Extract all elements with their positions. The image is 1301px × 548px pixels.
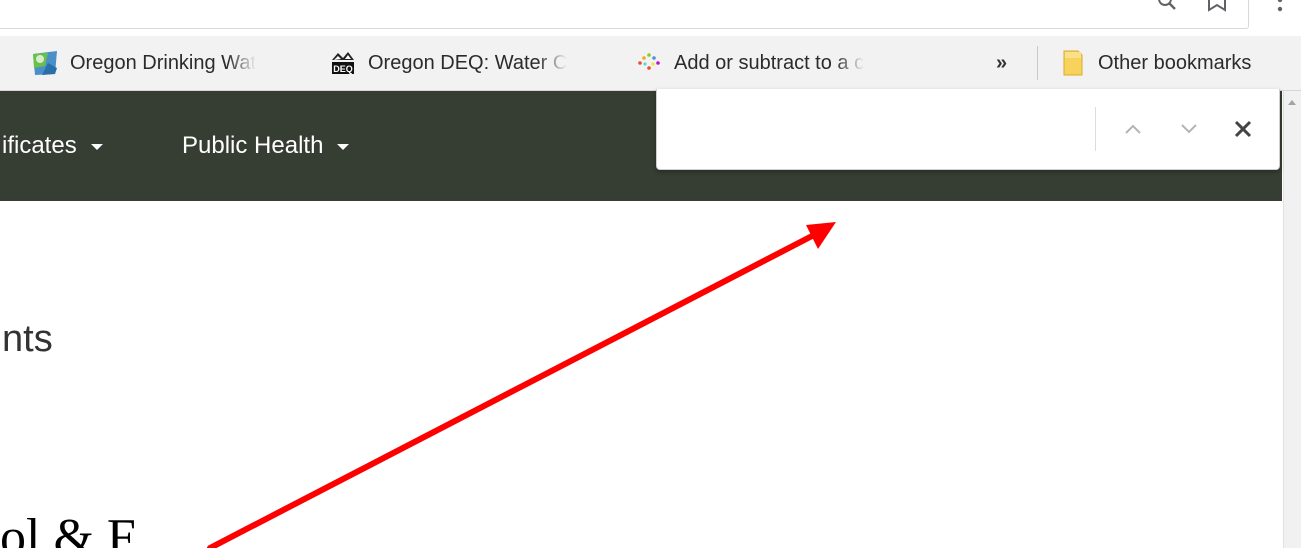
close-icon xyxy=(1234,120,1252,138)
bookmarks-divider xyxy=(1037,46,1038,80)
caret-down-icon xyxy=(337,144,350,150)
bookmark-add-or-subtract[interactable]: Add or subtract to a c xyxy=(636,49,926,77)
bookmarks-overflow-button[interactable]: » xyxy=(996,49,1007,77)
bookmarks-bar: Oregon Drinking Wat DEQ Oregon DEQ: Wate… xyxy=(0,36,1301,91)
find-next-button[interactable] xyxy=(1173,113,1205,145)
chevron-down-icon xyxy=(1181,124,1197,134)
nav-item-label: Public Health xyxy=(182,132,324,159)
address-bar[interactable] xyxy=(0,0,1249,29)
bookmark-oregon-deq-water[interactable]: DEQ Oregon DEQ: Water C xyxy=(330,49,620,77)
folder-icon xyxy=(1060,50,1086,76)
page-scrollbar[interactable] xyxy=(1283,91,1301,548)
bookmark-label: Add or subtract to a c xyxy=(674,51,865,74)
find-in-page-bar xyxy=(656,89,1280,170)
bookmark-label: Oregon Drinking Wat xyxy=(70,51,256,74)
find-previous-button[interactable] xyxy=(1117,113,1149,145)
bookmark-label: Oregon DEQ: Water C xyxy=(368,51,568,74)
menu-icon[interactable] xyxy=(1276,0,1284,16)
bookmark-star-icon[interactable] xyxy=(1206,0,1228,14)
find-close-button[interactable] xyxy=(1227,113,1259,145)
find-bar-divider xyxy=(1095,107,1096,151)
caret-down-icon xyxy=(90,144,103,150)
svg-text:DEQ: DEQ xyxy=(333,64,353,74)
bookmark-oregon-drinking-water[interactable]: Oregon Drinking Wat xyxy=(32,49,314,77)
sparkle-icon xyxy=(636,50,662,76)
page-heading: nts xyxy=(2,318,53,360)
nav-item-certificates[interactable]: ificates xyxy=(2,131,103,161)
page-subheading: ol & F xyxy=(0,509,136,548)
annotation-arrowhead xyxy=(806,222,836,249)
annotation-arrow-shaft xyxy=(207,233,815,548)
scroll-up-arrow-icon[interactable] xyxy=(1288,100,1296,105)
geo-map-icon xyxy=(32,50,58,76)
screenshot-page: Oregon Drinking Wat DEQ Oregon DEQ: Wate… xyxy=(0,0,1301,548)
nav-item-label: ificates xyxy=(2,132,77,159)
deq-logo-icon: DEQ xyxy=(330,50,356,76)
nav-item-public-health[interactable]: Public Health xyxy=(182,131,350,161)
find-input[interactable] xyxy=(669,109,1093,149)
browser-toolbar xyxy=(0,0,1301,36)
other-bookmarks-button[interactable]: Other bookmarks xyxy=(1060,49,1301,77)
other-bookmarks-label: Other bookmarks xyxy=(1098,51,1252,74)
chevron-up-icon xyxy=(1125,124,1141,134)
zoom-icon[interactable] xyxy=(1157,0,1179,12)
